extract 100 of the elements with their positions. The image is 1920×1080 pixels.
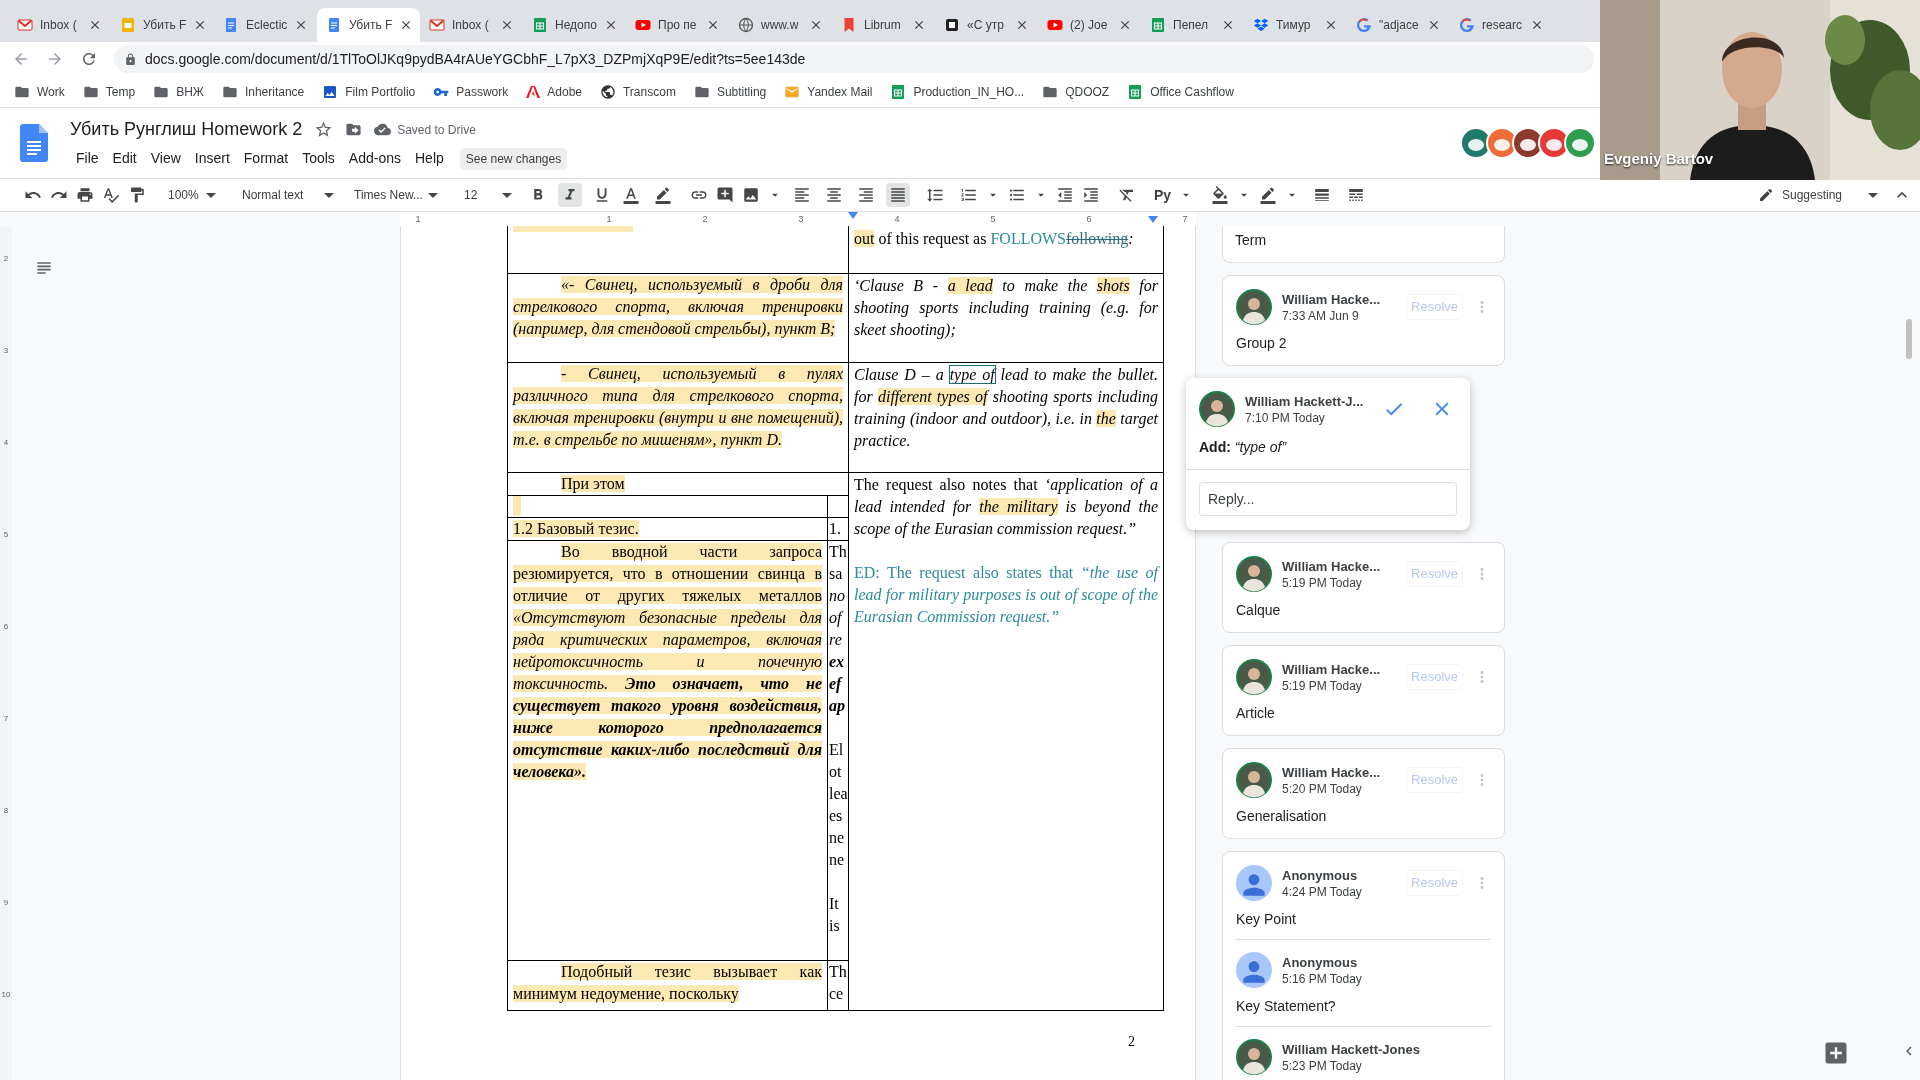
align-justify-button[interactable] [886, 183, 910, 207]
fill-color-icon[interactable] [1211, 186, 1230, 204]
comment-card[interactable]: Term [1222, 226, 1505, 263]
browser-tab[interactable]: Пепел [1141, 8, 1244, 42]
bookmark-item[interactable]: Film Portfolio [322, 82, 416, 101]
bookmark-item[interactable]: Passwork [433, 82, 509, 101]
menu-item[interactable]: Format [237, 147, 295, 170]
close-icon[interactable] [500, 18, 514, 32]
menu-item[interactable]: Help [409, 147, 450, 170]
paragraph: - Свинец, используемый в пулях различного типа для стрелкового спорта, включая тренировки (внутри и вне помещений), т.е. в стрельбе по мишеням», пункт D. [513, 364, 843, 451]
box-icon [1253, 17, 1269, 33]
print-icon[interactable] [76, 186, 94, 204]
bookmark-item[interactable]: QDOOZ [1042, 82, 1110, 101]
bookmark-item[interactable]: Inheritance [221, 82, 305, 101]
browser-tab[interactable]: Про пе [626, 8, 729, 42]
paint-roller-icon[interactable] [128, 186, 146, 204]
image-icon[interactable] [742, 186, 760, 204]
bookmark-item[interactable]: Transcom [600, 82, 676, 101]
browser-tab[interactable]: Убить F [111, 8, 214, 42]
paragraph: ED: The request also states that “the use of lead for military purposes is out of scope of the Eurasian Commission request.” [854, 563, 1158, 628]
reply-field[interactable]: Reply... [1199, 482, 1457, 516]
decrease-indent-icon[interactable] [1056, 186, 1074, 204]
browser-tab[interactable]: Недопо [523, 8, 626, 42]
close-icon[interactable] [809, 18, 823, 32]
document-title[interactable]: Убить Рунглиш Homework 2 [70, 116, 303, 143]
border-color-icon[interactable] [1259, 186, 1278, 204]
browser-tab[interactable]: www.w [729, 8, 832, 42]
browser-tab[interactable]: Тимур [1244, 8, 1347, 42]
comment-text: Calque [1236, 601, 1282, 620]
document-icon [223, 17, 239, 33]
mode-dropdown[interactable]: Suggesting [1758, 182, 1878, 208]
ruler-number: 7 [1182, 213, 1188, 225]
spreadsheet-icon [532, 17, 548, 33]
close-icon[interactable] [1221, 18, 1235, 32]
bookmark-item[interactable]: ВНЖ [153, 82, 204, 101]
forward-icon[interactable] [46, 50, 64, 68]
clipped-text: ot [829, 761, 842, 782]
ruler[interactable]: 1 1 2 3 4 5 6 7 [400, 212, 1196, 226]
text-color-icon[interactable] [622, 186, 640, 204]
bookmark-item[interactable]: Yandex Mail [784, 82, 873, 101]
input-tools-button[interactable]: Ру [1154, 184, 1172, 206]
style-dropdown[interactable]: Normal text [236, 182, 340, 208]
ruler-number: 6 [1086, 213, 1092, 225]
bookmark-item[interactable]: Production_IN_HO... [890, 82, 1025, 101]
close-icon[interactable] [1530, 18, 1544, 32]
collaborator-avatar[interactable] [1564, 127, 1596, 159]
browser-tab[interactable]: Librum [832, 8, 935, 42]
spellcheck-icon[interactable] [102, 186, 120, 204]
avatar [1236, 865, 1272, 901]
bookmark-item[interactable]: Office Cashflow [1127, 82, 1234, 101]
close-icon[interactable] [1015, 18, 1029, 32]
indent-marker-icon[interactable] [1148, 216, 1158, 224]
move-to-folder-icon[interactable] [345, 121, 363, 138]
scrollbar-thumb[interactable] [1906, 319, 1912, 359]
browser-tab[interactable]: «С утр [935, 8, 1038, 42]
add-comment-icon[interactable] [716, 186, 734, 204]
bookmark-item[interactable]: Work [14, 82, 65, 101]
reload-icon[interactable] [80, 50, 98, 68]
menu-item[interactable]: Tools [296, 147, 341, 170]
zoom-dropdown[interactable]: 100% [162, 182, 222, 208]
menu-item[interactable]: Edit [106, 147, 143, 170]
browser-tab[interactable]: "adjace [1347, 8, 1450, 42]
comment-text: Group 2 [1236, 334, 1288, 353]
close-icon[interactable] [1118, 18, 1132, 32]
numbered-list-icon[interactable] [960, 186, 978, 204]
address-bar[interactable]: docs.google.com/document/d/1TlToOlJKq9pydBA4rAUeYGCbhF_L7pX3_DZPmjXqP9E/edit?ts=5ee143de [114, 45, 1594, 73]
browser-tab[interactable]: (2) Joe [1038, 8, 1141, 42]
bookmark-item[interactable]: Adobe [526, 82, 582, 101]
close-icon[interactable] [1324, 18, 1338, 32]
line-spacing-icon[interactable] [926, 186, 944, 204]
ruler-number: 8 [3, 805, 9, 817]
increase-indent-icon[interactable] [1082, 186, 1100, 204]
close-icon[interactable] [88, 18, 102, 32]
browser-tab[interactable]: Inbox ( [420, 8, 523, 42]
close-icon[interactable] [912, 18, 926, 32]
browser-tab[interactable]: Eclectic [214, 8, 317, 42]
author-name: William Hacke... [1282, 557, 1381, 576]
align-left-icon [793, 186, 811, 204]
font-dropdown[interactable]: Times New... [348, 182, 444, 208]
suggestion-card[interactable]: William Hackett-J... 7:10 PM Today Add: “type of” Reply... [1186, 378, 1470, 530]
menu-item[interactable]: File [70, 147, 105, 170]
browser-tab[interactable]: Inbox ( [8, 8, 111, 42]
browser-tab[interactable]: researc [1450, 8, 1553, 42]
clipped-text: ap [829, 695, 845, 717]
border-width-icon[interactable] [1313, 186, 1332, 204]
close-icon[interactable] [706, 18, 720, 32]
close-icon[interactable] [1427, 18, 1441, 32]
bookmark-item[interactable]: Temp [82, 82, 136, 101]
see-changes-button[interactable]: See new changes [459, 147, 568, 170]
browser-tab[interactable]: Убить F [317, 8, 420, 42]
document-logo-icon[interactable] [20, 124, 48, 162]
font-size-dropdown[interactable]: 12 [458, 182, 518, 208]
border-dash-icon[interactable] [1347, 186, 1366, 204]
highlighter-icon[interactable] [654, 186, 672, 204]
bookmark-item[interactable]: Subtitling [693, 82, 767, 101]
menu-item[interactable]: Insert [188, 147, 236, 170]
menu-item[interactable]: View [144, 147, 187, 170]
menu-item[interactable]: Add-ons [342, 147, 407, 170]
italic-button[interactable] [558, 183, 582, 207]
star-icon[interactable] [314, 120, 334, 139]
